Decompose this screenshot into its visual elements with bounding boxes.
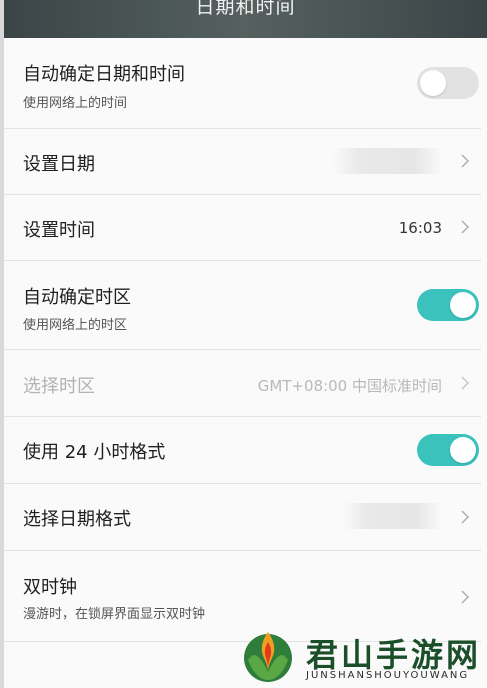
page-title: 日期和时间 — [195, 0, 296, 18]
watermark: 君山手游网 JUNSHANSHOUYOUWANG — [240, 626, 480, 686]
title-bar: 日期和时间 — [4, 0, 487, 38]
redacted-format-value — [342, 503, 442, 529]
row-auto-timezone[interactable]: 自动确定时区 使用网络上的时区 — [4, 261, 481, 350]
row-subtitle: 使用网络上的时区 — [23, 318, 128, 333]
redacted-date-value — [332, 148, 442, 174]
row-title: 使用 24 小时格式 — [23, 442, 166, 463]
settings-list: 自动确定日期和时间 使用网络上的时间 设置日期 设置时间 16:03 自动确定时… — [4, 38, 481, 642]
row-select-timezone[interactable]: 选择时区 GMT+08:00 中国标准时间 — [4, 350, 481, 417]
use-24h-toggle[interactable] — [417, 434, 479, 466]
chevron-right-icon — [461, 220, 470, 234]
row-title: 设置时间 — [23, 220, 95, 241]
row-title: 自动确定时区 — [23, 287, 131, 308]
row-title: 自动确定日期和时间 — [23, 64, 185, 85]
watermark-logo — [244, 632, 292, 682]
row-subtitle: 漫游时，在锁屏界面显示双时钟 — [23, 607, 206, 622]
toggle-knob — [450, 437, 476, 463]
auto-datetime-toggle[interactable] — [417, 67, 479, 99]
chevron-right-icon — [461, 590, 470, 604]
row-set-date[interactable]: 设置日期 — [4, 129, 481, 195]
row-title: 选择日期格式 — [23, 509, 131, 530]
row-title: 选择时区 — [23, 376, 95, 397]
row-use-24h[interactable]: 使用 24 小时格式 — [4, 417, 481, 484]
row-title: 双时钟 — [23, 577, 77, 598]
row-date-format[interactable]: 选择日期格式 — [4, 484, 481, 551]
chevron-right-icon — [461, 154, 470, 168]
row-set-time[interactable]: 设置时间 16:03 — [4, 195, 481, 261]
row-title: 设置日期 — [23, 154, 95, 175]
toggle-knob — [450, 292, 476, 318]
row-subtitle: 使用网络上的时间 — [23, 96, 128, 111]
time-value: 16:03 — [398, 219, 442, 237]
chevron-right-icon — [461, 510, 470, 524]
chevron-right-icon — [461, 376, 470, 390]
watermark-subtext: JUNSHANSHOUYOUWANG — [306, 670, 470, 681]
row-auto-datetime[interactable]: 自动确定日期和时间 使用网络上的时间 — [4, 38, 481, 129]
auto-timezone-toggle[interactable] — [417, 289, 479, 321]
timezone-value: GMT+08:00 中国标准时间 — [257, 377, 442, 395]
toggle-knob — [420, 70, 446, 96]
